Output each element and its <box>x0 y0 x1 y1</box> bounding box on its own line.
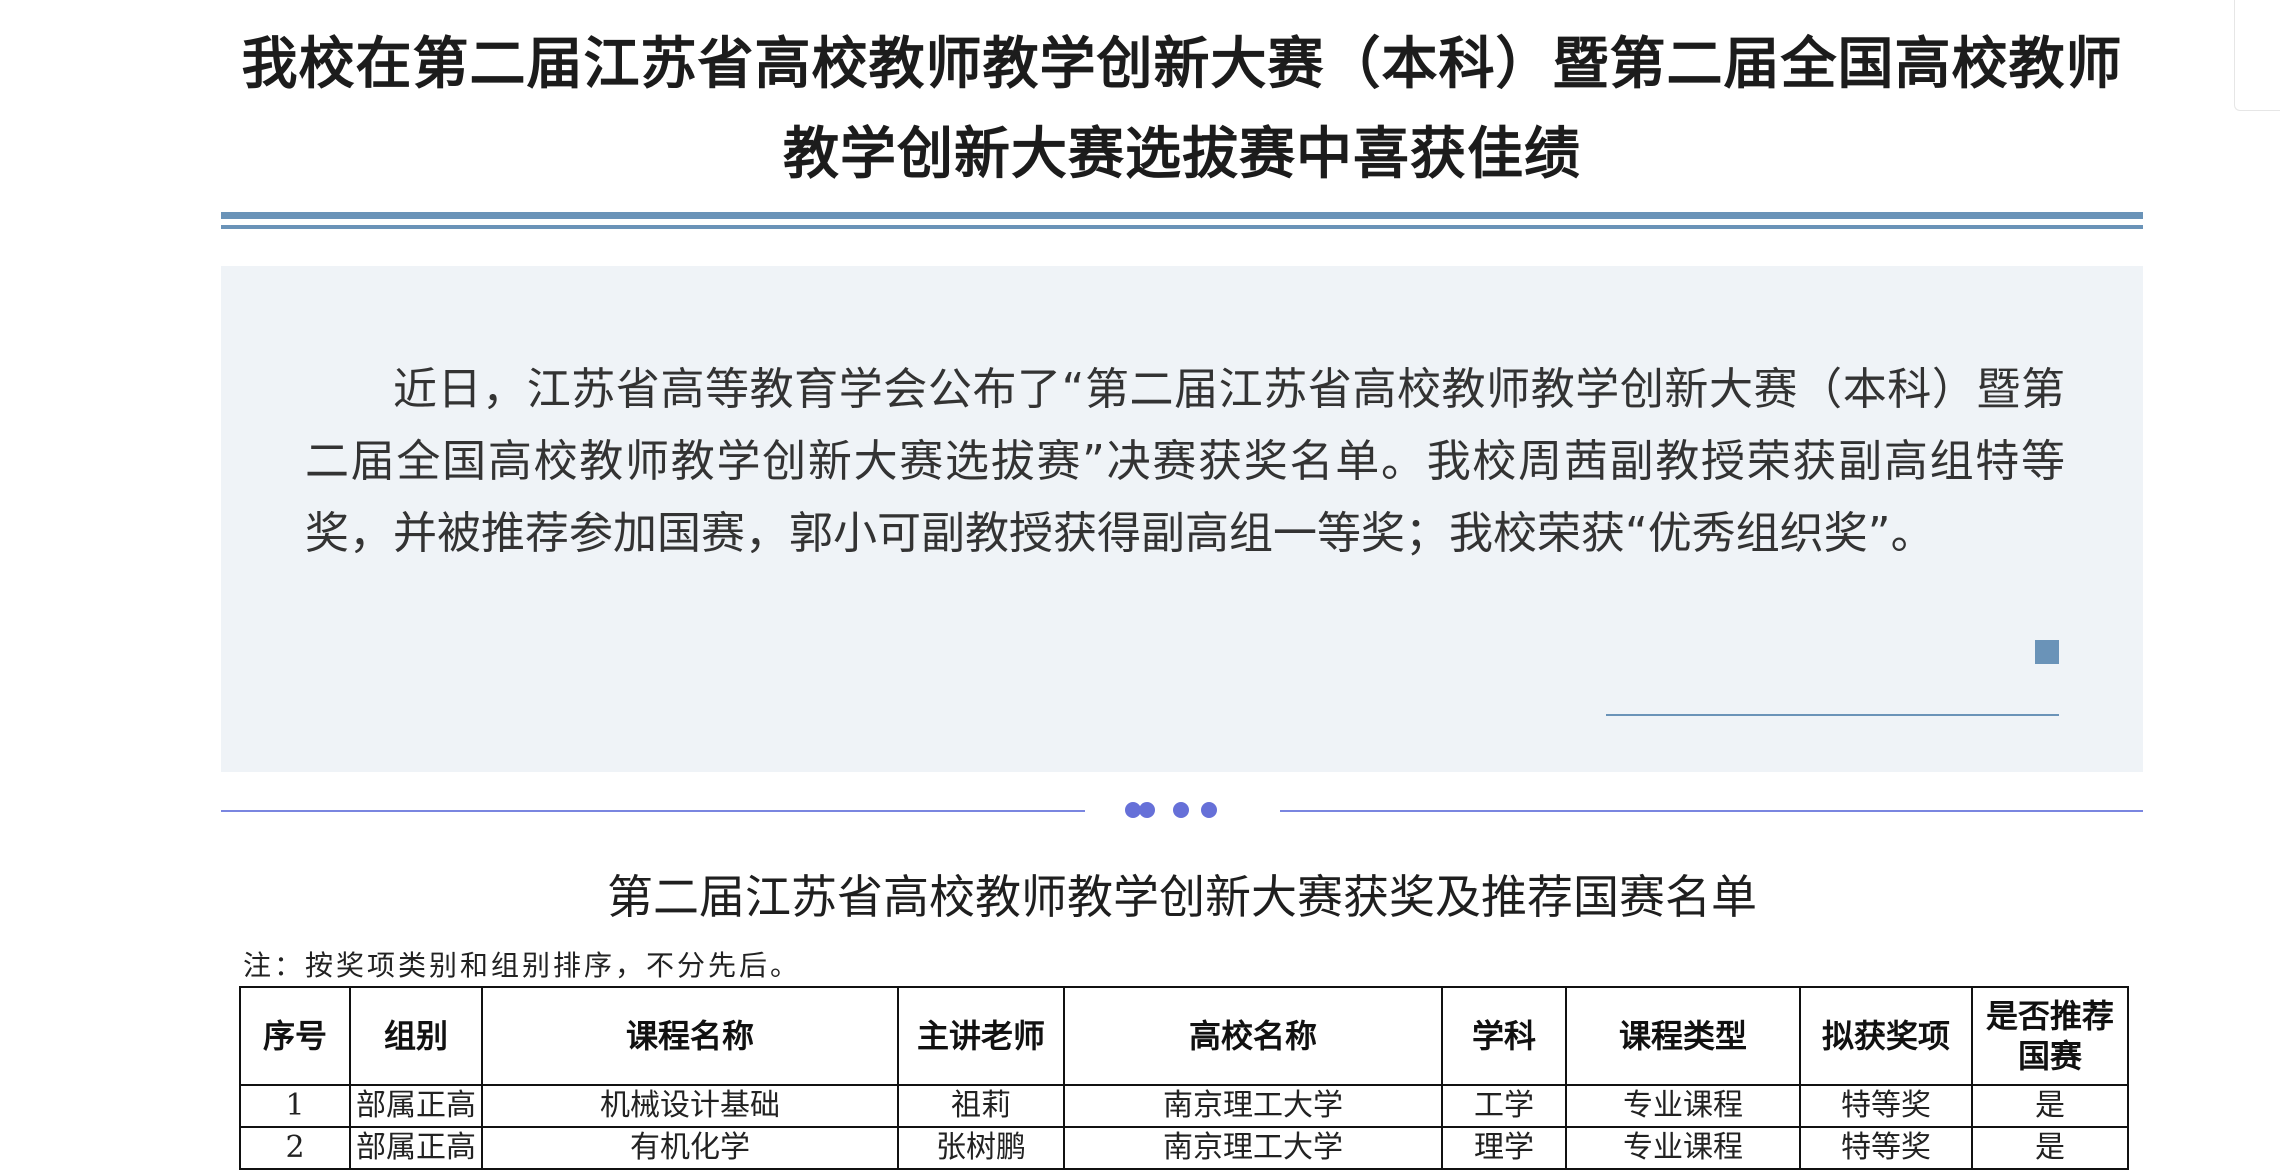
cell-course: 有机化学 <box>481 1126 899 1170</box>
cell-recommended: 是 <box>1971 1084 2129 1128</box>
summary-box: 近日，江苏省高等教育学会公布了“第二届江苏省高校教师教学创新大赛（本科）暨第二届… <box>221 266 2143 772</box>
table-note: 注：按奖项类别和组别排序，不分先后。 <box>243 949 802 982</box>
cell-course-type: 专业课程 <box>1565 1084 1801 1128</box>
section-divider-left <box>221 810 1085 812</box>
summary-corner-marker <box>2035 640 2059 664</box>
article-title: 我校在第二届江苏省高校教师教学创新大赛（本科）暨第二届全国高校教师教学创新大赛选… <box>241 32 2123 187</box>
title-underline-thin <box>221 225 2143 229</box>
cell-discipline: 理学 <box>1441 1126 1567 1170</box>
cell-discipline: 工学 <box>1441 1084 1567 1128</box>
divider-dot <box>1139 802 1155 818</box>
header-cell-index: 序号 <box>239 986 351 1086</box>
side-panel-edge <box>2234 0 2280 111</box>
header-cell-group: 组别 <box>349 986 483 1086</box>
summary-text: 近日，江苏省高等教育学会公布了“第二届江苏省高校教师教学创新大赛（本科）暨第二届… <box>305 364 2065 559</box>
header-cell-discipline: 学科 <box>1441 986 1567 1086</box>
header-cell-university: 高校名称 <box>1063 986 1443 1086</box>
divider-dot <box>1201 802 1217 818</box>
cell-award: 特等奖 <box>1799 1126 1973 1170</box>
title-underline-thick <box>221 212 2143 219</box>
cell-index: 2 <box>239 1126 351 1170</box>
cell-teacher: 张树鹏 <box>897 1126 1065 1170</box>
cell-course: 机械设计基础 <box>481 1084 899 1128</box>
cell-university: 南京理工大学 <box>1063 1126 1443 1170</box>
table-header-row: 序号 组别 课程名称 主讲老师 高校名称 学科 课程类型 拟获奖项 是否推荐国赛 <box>239 986 2129 1086</box>
cell-course-type: 专业课程 <box>1565 1126 1801 1170</box>
table-row: 2 部属正高 有机化学 张树鹏 南京理工大学 理学 专业课程 特等奖 是 <box>239 1126 2129 1170</box>
header-cell-recommended: 是否推荐国赛 <box>1971 986 2129 1086</box>
header-cell-award: 拟获奖项 <box>1799 986 1973 1086</box>
table-row: 1 部属正高 机械设计基础 祖莉 南京理工大学 工学 专业课程 特等奖 是 <box>239 1084 2129 1128</box>
table-title: 第二届江苏省高校教师教学创新大赛获奖及推荐国赛名单 <box>607 870 1757 924</box>
cell-group: 部属正高 <box>349 1084 483 1128</box>
cell-index: 1 <box>239 1084 351 1128</box>
cell-award: 特等奖 <box>1799 1084 1973 1128</box>
awards-table: 序号 组别 课程名称 主讲老师 高校名称 学科 课程类型 拟获奖项 是否推荐国赛… <box>239 986 2129 1170</box>
summary-underline <box>1606 714 2059 716</box>
cell-recommended: 是 <box>1971 1126 2129 1170</box>
header-cell-course: 课程名称 <box>481 986 899 1086</box>
cell-group: 部属正高 <box>349 1126 483 1170</box>
header-cell-course-type: 课程类型 <box>1565 986 1801 1086</box>
header-cell-teacher: 主讲老师 <box>897 986 1065 1086</box>
cell-teacher: 祖莉 <box>897 1084 1065 1128</box>
section-divider-right <box>1280 810 2143 812</box>
cell-university: 南京理工大学 <box>1063 1084 1443 1128</box>
divider-dot <box>1173 802 1189 818</box>
